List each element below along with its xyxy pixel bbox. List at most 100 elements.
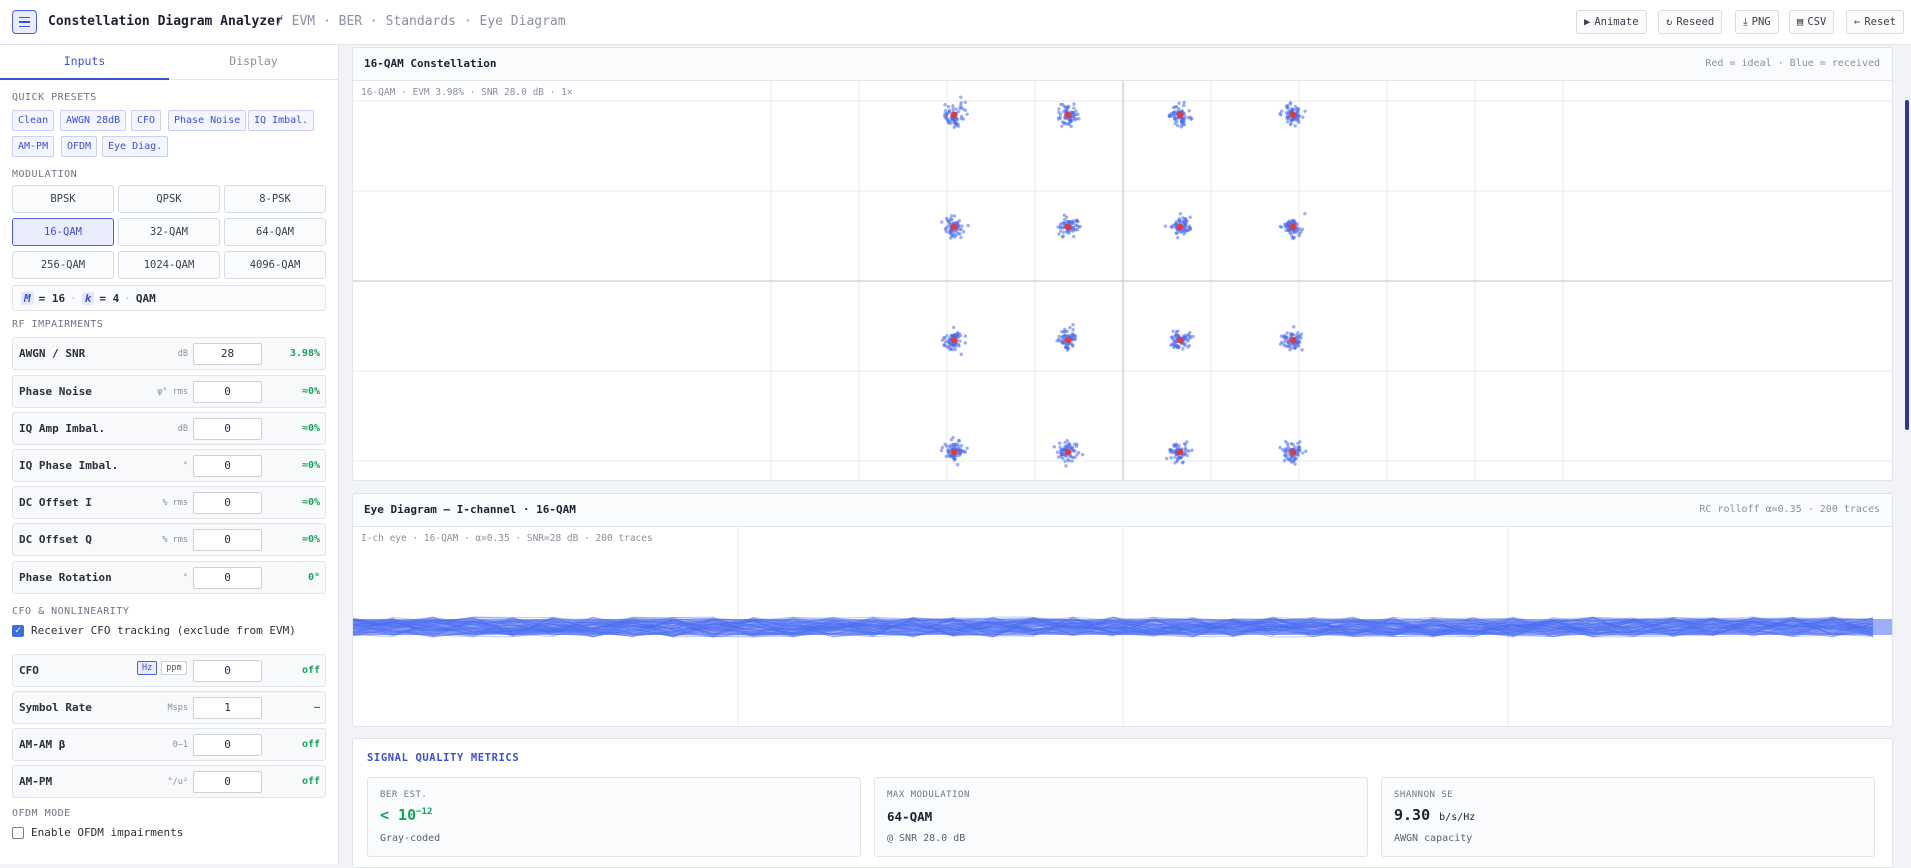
received-symbol bbox=[1285, 106, 1289, 110]
constellation-info: 16-QAM · EVM 3.98% · SNR 28.0 dB · 1× bbox=[361, 87, 573, 98]
mod-4096qam[interactable]: 4096-QAM bbox=[224, 251, 326, 279]
cfo-input[interactable]: 0 bbox=[193, 660, 262, 682]
received-symbol bbox=[945, 117, 949, 121]
mod-32qam[interactable]: 32-QAM bbox=[118, 218, 220, 246]
nonlin-label: AM-AM β bbox=[19, 738, 66, 751]
dc-offset-i-input[interactable]: 0 bbox=[193, 492, 262, 514]
unit-hz-button[interactable]: Hz bbox=[137, 661, 158, 675]
phase-noise-input[interactable]: 0 bbox=[193, 381, 262, 403]
mod-qpsk[interactable]: QPSK bbox=[118, 185, 220, 213]
received-symbol bbox=[1178, 218, 1182, 223]
breadcrumb: / EVM · BER · Standards · Eye Diagram bbox=[276, 14, 566, 29]
received-symbol bbox=[1063, 333, 1068, 338]
received-symbol bbox=[1173, 455, 1177, 459]
checkbox-unchecked-icon[interactable] bbox=[12, 826, 24, 839]
received-symbol bbox=[1300, 348, 1304, 352]
received-symbol bbox=[942, 114, 947, 118]
phase-rotation-input[interactable]: 0 bbox=[193, 567, 262, 589]
received-symbol bbox=[956, 343, 961, 347]
preset-eye-diag[interactable]: Eye Diag. bbox=[102, 136, 169, 157]
received-symbol bbox=[949, 343, 954, 348]
csv-button[interactable]: ▤ CSV bbox=[1789, 10, 1835, 34]
cfo-tracking-checkbox[interactable]: ✓ Receiver CFO tracking (exclude from EV… bbox=[12, 624, 296, 637]
received-symbol bbox=[1165, 456, 1169, 461]
preset-phase-noise[interactable]: Phase Noise bbox=[168, 110, 247, 131]
received-symbol bbox=[1176, 329, 1180, 333]
received-symbol bbox=[1292, 325, 1296, 329]
tab-display[interactable]: Display bbox=[169, 45, 338, 80]
dc-offset-q-input[interactable]: 0 bbox=[193, 529, 262, 551]
received-symbol bbox=[940, 445, 945, 450]
page-scrollbar[interactable] bbox=[1905, 100, 1909, 430]
am-am-input[interactable]: 0 bbox=[193, 734, 262, 756]
rf-unit: ° bbox=[182, 461, 188, 471]
preset-cfo[interactable]: CFO bbox=[131, 110, 162, 131]
preset-clean[interactable]: Clean bbox=[12, 110, 55, 131]
received-symbol bbox=[1290, 107, 1294, 111]
ideal-point bbox=[1064, 223, 1072, 231]
received-symbol bbox=[965, 446, 969, 450]
constellation-plot[interactable] bbox=[353, 81, 1893, 481]
mod-256qam[interactable]: 256-QAM bbox=[12, 251, 114, 279]
ideal-point bbox=[950, 336, 958, 344]
received-symbol bbox=[1065, 219, 1069, 224]
iq-phase-input[interactable]: 0 bbox=[193, 455, 262, 477]
received-symbol bbox=[1180, 461, 1185, 465]
received-symbol bbox=[1077, 117, 1081, 121]
mod-64qam[interactable]: 64-QAM bbox=[224, 218, 326, 246]
metric-ber: BER EST. < 10−12 Gray-coded bbox=[367, 777, 861, 857]
received-symbol bbox=[1285, 331, 1289, 335]
am-pm-input[interactable]: 0 bbox=[193, 771, 262, 793]
rf-unit: % rms bbox=[162, 498, 188, 508]
ideal-point bbox=[950, 448, 958, 456]
received-symbol bbox=[1186, 115, 1190, 120]
received-symbol bbox=[1284, 337, 1289, 341]
received-symbol bbox=[959, 443, 964, 448]
reset-button[interactable]: ← Reset bbox=[1846, 10, 1904, 34]
rf-result: 0° bbox=[307, 572, 320, 583]
mod-16qam[interactable]: 16-QAM bbox=[12, 218, 114, 246]
preset-am-pm[interactable]: AM-PM bbox=[12, 136, 55, 157]
snr-input[interactable]: 28 bbox=[193, 343, 262, 365]
ofdm-checkbox[interactable]: Enable OFDM impairments bbox=[12, 826, 183, 839]
eye-diagram-plot[interactable] bbox=[353, 527, 1893, 727]
ideal-point bbox=[1289, 448, 1297, 456]
ideal-point bbox=[1176, 111, 1184, 119]
preset-ofdm[interactable]: OFDM bbox=[61, 136, 98, 157]
hamburger-menu-icon[interactable] bbox=[12, 10, 37, 34]
tab-inputs[interactable]: Inputs bbox=[0, 45, 169, 80]
received-symbol bbox=[1063, 444, 1067, 449]
constellation-panel: 16-QAM Constellation Red = ideal · Blue … bbox=[352, 47, 1893, 481]
received-symbol bbox=[947, 220, 951, 225]
received-symbol bbox=[958, 232, 962, 236]
received-symbol bbox=[1182, 123, 1187, 127]
checkbox-checked-icon[interactable]: ✓ bbox=[12, 624, 24, 637]
received-symbol bbox=[1179, 230, 1184, 234]
symbol-rate-input[interactable]: 1 bbox=[193, 697, 262, 719]
received-symbol bbox=[1188, 331, 1192, 335]
received-symbol bbox=[958, 339, 962, 343]
received-symbol bbox=[1188, 215, 1192, 219]
reseed-button[interactable]: ↻ Reseed bbox=[1658, 10, 1723, 34]
preset-awgn[interactable]: AWGN 28dB bbox=[60, 110, 127, 131]
received-symbol bbox=[1068, 325, 1072, 330]
k-value: = 4 bbox=[99, 291, 120, 305]
cfo-tracking-label: Receiver CFO tracking (exclude from EVM) bbox=[31, 624, 296, 637]
unit-ppm-button[interactable]: ppm bbox=[161, 661, 187, 675]
m-tag: M bbox=[21, 291, 34, 305]
animate-button[interactable]: ▶ Animate bbox=[1576, 10, 1647, 34]
received-symbol bbox=[1069, 124, 1073, 129]
mod-8psk[interactable]: 8-PSK bbox=[224, 185, 326, 213]
metric-title: BER EST. bbox=[380, 790, 428, 800]
received-symbol bbox=[1071, 113, 1076, 117]
nonlin-row-symbol-rate: Symbol Rate Msps 1 — bbox=[12, 691, 326, 724]
preset-iq-imbal[interactable]: IQ Imbal. bbox=[248, 110, 315, 131]
mod-1024qam[interactable]: 1024-QAM bbox=[118, 251, 220, 279]
png-button[interactable]: ⤓ PNG bbox=[1735, 10, 1779, 34]
received-symbol bbox=[963, 341, 967, 345]
mod-bpsk[interactable]: BPSK bbox=[12, 185, 114, 213]
received-symbol bbox=[1057, 117, 1061, 121]
iq-amp-input[interactable]: 0 bbox=[193, 418, 262, 440]
received-symbol bbox=[1181, 216, 1185, 220]
received-symbol bbox=[1186, 337, 1190, 342]
